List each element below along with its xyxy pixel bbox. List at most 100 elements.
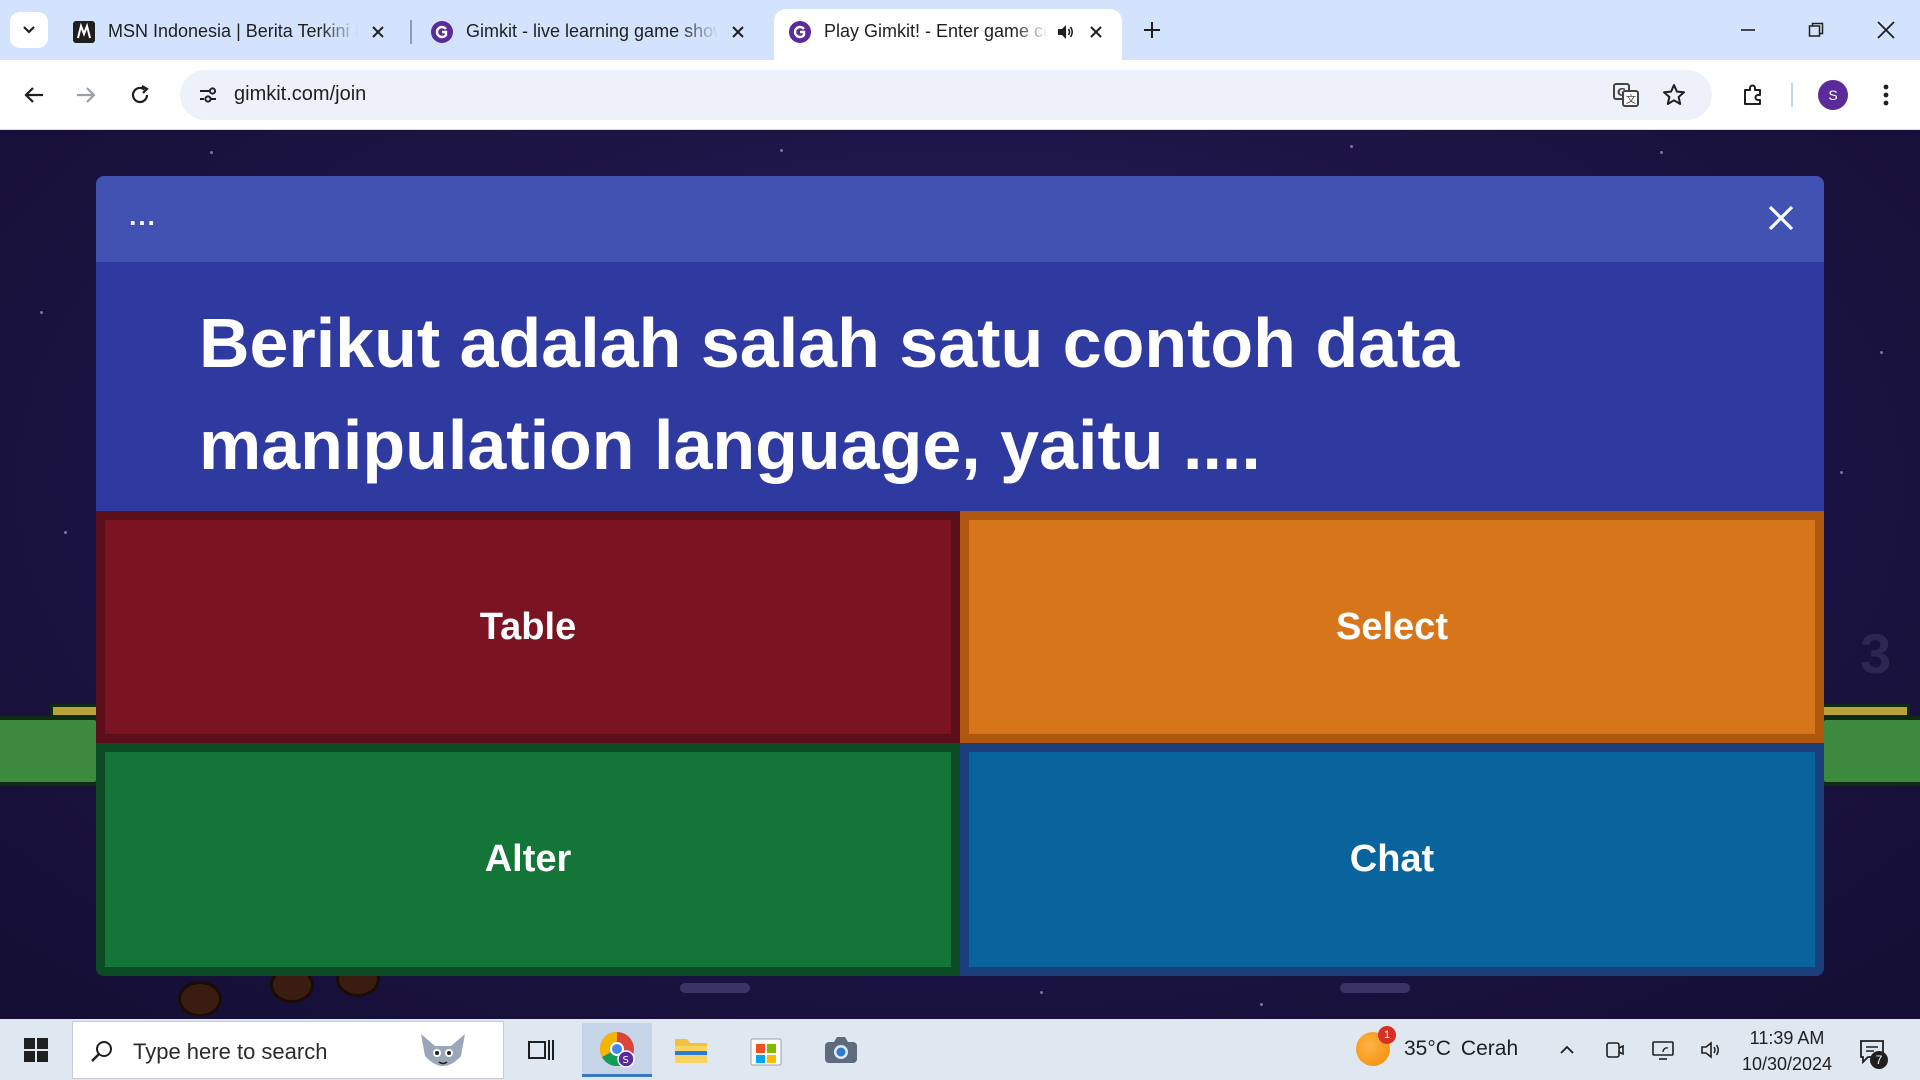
background-track-right [1820,716,1920,786]
store-icon [750,1038,782,1066]
windows-taskbar: Type here to search S 1 35°C Cerah 11:39… [0,1019,1920,1080]
arrow-left-icon [24,87,43,103]
sun-icon: 1 [1356,1026,1396,1066]
close-window-button[interactable] [1864,10,1908,50]
gimkit-icon [430,20,454,44]
start-button[interactable] [14,1031,58,1069]
close-question-button[interactable] [1756,193,1806,243]
chrome-icon: S [600,1031,635,1068]
restore-icon [1808,22,1824,37]
arrow-decoration [1340,983,1410,993]
tab-search-button[interactable] [10,12,48,48]
taskbar-chrome[interactable]: S [582,1023,652,1077]
tab-gimkit-join[interactable]: Play Gimkit! - Enter game code [774,9,1122,60]
tab-title: Gimkit - live learning game show [466,21,718,41]
tab-strip: MSN Indonesia | Berita Terkini Hari Ini … [0,0,1920,60]
tab-msn[interactable]: MSN Indonesia | Berita Terkini Hari Ini [58,9,404,60]
task-view-button[interactable] [506,1023,576,1077]
speaker-icon[interactable] [1054,21,1076,43]
weather-badge: 1 [1378,1026,1396,1044]
more-options-button[interactable]: ... [116,194,170,238]
background-number: 3 [1860,622,1892,685]
taskbar-file-explorer[interactable] [656,1023,726,1077]
taskbar-camera[interactable] [806,1023,876,1077]
search-highlight-illustration [413,1026,473,1076]
modal-header: ... [96,176,1824,262]
svg-text:S: S [623,1055,629,1066]
browser-toolbar: gimkit.com/join G文 S [0,60,1920,130]
back-button[interactable] [14,75,54,115]
background-track-right [1820,704,1910,718]
background-star [40,311,43,314]
site-settings-icon[interactable] [192,79,224,111]
translate-icon[interactable]: G文 [1610,79,1642,111]
taskbar-microsoft-store[interactable] [731,1023,801,1077]
forward-button[interactable] [66,75,106,115]
plus-icon [1144,22,1160,38]
answer-option-label: Select [1336,605,1448,648]
clock-time: 11:39 AM [1749,1028,1825,1048]
weather-condition: Cerah [1460,1037,1519,1060]
profile-button[interactable]: S [1813,75,1853,115]
close-icon [1877,21,1895,39]
taskbar-clock[interactable]: 11:39 AM 10/30/2024 [1736,1025,1838,1077]
pumpkin-decoration [178,981,222,1017]
gimkit-icon [788,20,812,44]
msn-icon [72,20,96,44]
answer-option-1[interactable]: Table [96,511,960,743]
weather-widget[interactable]: 1 35°C Cerah [1356,1026,1519,1069]
background-star [1350,145,1353,148]
answer-option-2[interactable]: Select [960,511,1824,743]
network-icon[interactable] [1646,1033,1680,1067]
weather-temperature: 35°C [1404,1037,1451,1060]
search-icon [87,1036,117,1066]
tab-title: Play Gimkit! - Enter game code [824,21,1048,41]
background-star [1040,991,1043,994]
new-tab-button[interactable] [1134,12,1170,48]
question-modal: ... Berikut adalah salah satu contoh dat… [96,176,1824,976]
answer-option-4[interactable]: Chat [960,743,1824,976]
reload-button[interactable] [120,75,160,115]
answer-option-label: Alter [484,838,572,880]
folder-icon [675,1039,707,1063]
restore-button[interactable] [1794,10,1838,50]
answer-option-label: Table [479,605,577,648]
minimize-icon [1741,29,1755,31]
tab-gimkit-home[interactable]: Gimkit - live learning game show [416,9,764,60]
background-track-left [50,704,100,718]
puzzle-icon [1744,84,1761,105]
minimize-button[interactable] [1726,10,1770,50]
taskbar-search-box[interactable]: Type here to search [72,1021,504,1079]
reload-icon [131,85,149,104]
camera-icon [825,1037,857,1063]
toolbar-divider [1791,83,1793,107]
background-star [780,149,783,152]
background-star [1880,351,1883,354]
answer-grid: Table Select Alter Chat [96,511,1824,976]
show-hidden-icons-button[interactable] [1550,1033,1584,1067]
svg-text:文: 文 [1626,93,1636,106]
volume-icon[interactable] [1694,1033,1728,1067]
answer-option-3[interactable]: Alter [96,743,960,976]
bookmark-star-icon[interactable] [1658,79,1690,111]
close-tab-icon[interactable] [366,20,390,44]
browser-menu-button[interactable] [1866,75,1906,115]
background-star [64,531,67,534]
background-star [1840,471,1843,474]
chevron-down-icon [23,26,35,34]
tab-separator [410,20,412,44]
close-tab-icon[interactable] [1084,20,1108,44]
url-text[interactable]: gimkit.com/join [234,83,366,106]
background-star [210,151,213,154]
close-icon [1768,205,1794,231]
meet-now-icon[interactable] [1598,1033,1632,1067]
tab-title: MSN Indonesia | Berita Terkini Hari Ini [108,21,358,41]
background-track-left [0,716,100,786]
question-text: Berikut adalah salah satu contoh data ma… [199,304,1460,484]
windows-logo-icon [24,1038,48,1062]
close-tab-icon[interactable] [726,20,750,44]
task-view-icon [528,1040,554,1060]
address-bar[interactable]: gimkit.com/join G文 [180,70,1712,120]
notification-center-button[interactable]: 7 [1852,1033,1892,1069]
extensions-button[interactable] [1733,75,1773,115]
